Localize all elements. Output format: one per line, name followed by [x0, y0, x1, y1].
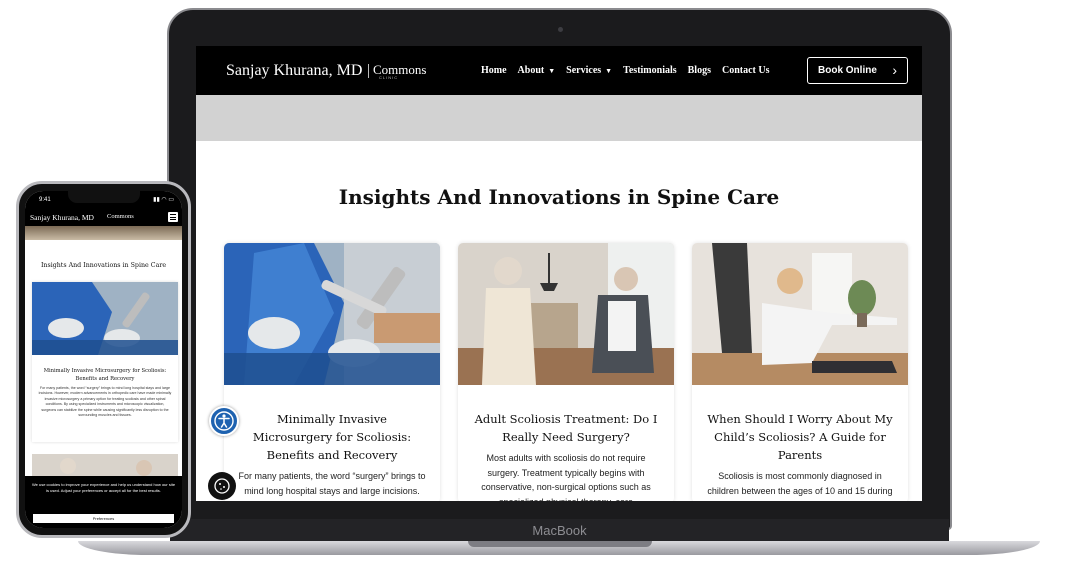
- phone-section-title: Insights And Innovations in Spine Care: [40, 262, 167, 269]
- nav-blogs[interactable]: Blogs: [688, 65, 711, 76]
- nav-about[interactable]: About ▼: [518, 65, 556, 76]
- accessibility-icon: [214, 411, 234, 431]
- nav-services-label: Services: [566, 65, 602, 76]
- site-logo-clinic: CLINIC: [379, 75, 399, 80]
- accessibility-button[interactable]: [209, 406, 239, 436]
- blog-card[interactable]: Adult Scoliosis Treatment: Do I Really N…: [458, 243, 674, 501]
- phone-hero-strip: [25, 226, 182, 240]
- card-excerpt: Scoliosis is most commonly diagnosed in …: [707, 471, 893, 496]
- book-online-label: Book Online: [818, 65, 877, 76]
- cookie-text: We use cookies to improve your experienc…: [31, 482, 176, 493]
- book-online-button[interactable]: Book Online ›: [807, 57, 908, 84]
- nav-blogs-label: Blogs: [687, 65, 711, 76]
- phone-site-logo[interactable]: Sanjay Khurana, MD: [30, 213, 94, 222]
- main-nav: Home About ▼ Services ▼ Testimonials Blogs…: [481, 65, 769, 76]
- phone-blog-card[interactable]: Minimally Invasive Microsurgery for Scol…: [32, 282, 178, 442]
- camera: [558, 27, 563, 32]
- phone-notch: [68, 191, 140, 203]
- section-title: Insights And Innovations in Spine Care: [338, 185, 780, 209]
- preferences-button[interactable]: Preferences: [33, 514, 174, 523]
- cookie-settings-button[interactable]: [208, 472, 236, 500]
- nav-testimonials[interactable]: Testimonials: [623, 65, 677, 76]
- site-logo[interactable]: Sanjay Khurana, MD: [226, 62, 362, 80]
- card-title[interactable]: Minimally Invasive Microsurgery for Scol…: [236, 410, 428, 464]
- caret-down-icon: ▼: [548, 67, 556, 75]
- laptop-opening-notch: [468, 541, 652, 547]
- card-image-adults: [458, 243, 674, 385]
- card-title[interactable]: When Should I Worry About My Child’s Sco…: [704, 410, 896, 464]
- nav-contact-label: Contact Us: [721, 65, 770, 76]
- phone-site-logo-commons: Commons: [107, 213, 134, 220]
- laptop-screen: Sanjay Khurana, MD Commons CLINIC Home A…: [196, 46, 922, 501]
- menu-icon[interactable]: [168, 212, 178, 222]
- card-excerpt: For many patients, the word “surgery” br…: [238, 471, 426, 501]
- cookie-banner: We use cookies to improve your experienc…: [25, 476, 182, 528]
- logo-divider: [368, 64, 369, 78]
- status-time: 9:41: [39, 197, 51, 203]
- phone-card-excerpt: For many patients, the word “surgery” br…: [38, 386, 172, 418]
- nav-testimonials-label: Testimonials: [623, 65, 677, 76]
- site-header: Sanjay Khurana, MD Commons CLINIC Home A…: [196, 46, 922, 95]
- card-image-child: [692, 243, 908, 385]
- phone-card-title[interactable]: Minimally Invasive Microsurgery for Scol…: [38, 367, 172, 383]
- laptop-brand: MacBook: [532, 523, 587, 538]
- phone-status-bar: 9:41 ▮▮ ◠ ▭: [25, 191, 182, 209]
- cookie-icon: [214, 478, 230, 494]
- blog-card[interactable]: When Should I Worry About My Child’s Sco…: [692, 243, 908, 501]
- phone-site-header: Sanjay Khurana, MD Commons: [25, 209, 182, 226]
- card-excerpt: Most adults with scoliosis do not requir…: [481, 453, 651, 501]
- nav-contact[interactable]: Contact Us: [722, 65, 770, 76]
- nav-indicator: [276, 90, 282, 93]
- phone-card-image-surgery: [32, 282, 178, 355]
- nav-about-label: About: [517, 65, 545, 76]
- laptop-hinge: MacBook: [170, 519, 949, 541]
- nav-home[interactable]: Home: [481, 65, 507, 76]
- caret-down-icon: ▼: [605, 67, 613, 75]
- hero-image-strip: [196, 95, 922, 141]
- card-image-surgery: [224, 243, 440, 385]
- signal-wifi-battery-icon: ▮▮ ◠ ▭: [153, 197, 174, 203]
- phone-screen: 9:41 ▮▮ ◠ ▭ Sanjay Khurana, MD Commons I…: [25, 191, 182, 528]
- nav-home-label: Home: [481, 65, 507, 76]
- blog-card[interactable]: Minimally Invasive Microsurgery for Scol…: [224, 243, 440, 501]
- chevron-right-icon: ›: [892, 62, 897, 78]
- nav-services[interactable]: Services ▼: [566, 65, 612, 76]
- card-title[interactable]: Adult Scoliosis Treatment: Do I Really N…: [470, 410, 662, 446]
